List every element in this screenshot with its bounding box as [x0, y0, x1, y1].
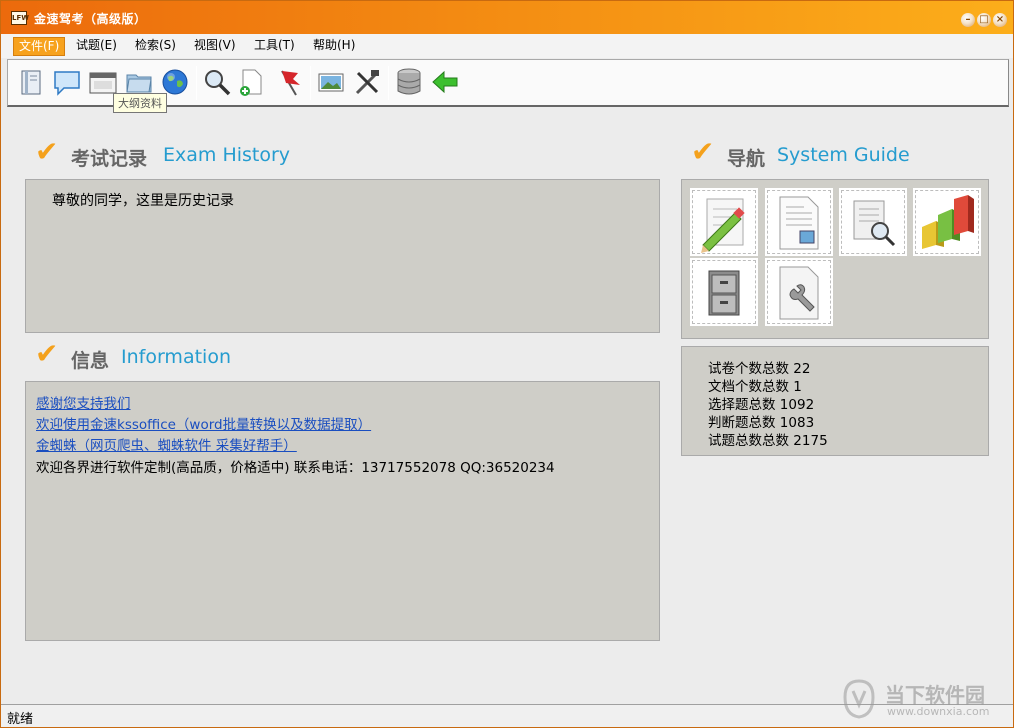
bar-chart-icon[interactable]: [915, 190, 979, 254]
toolbar-separator: [196, 66, 197, 100]
stats-choice-count: 选择题总数 1092: [708, 393, 814, 413]
info-link-kssoffice[interactable]: 欢迎使用金速kssoffice（word批量转换以及数据提取）: [36, 413, 371, 433]
title-bar[interactable]: LFW 金速驾考（高级版） – □ ×: [1, 1, 1013, 34]
system-guide-panel: [681, 179, 989, 339]
exam-history-title-en: Exam History: [163, 144, 291, 166]
stats-document-count: 文档个数总数 1: [708, 375, 802, 395]
toolbar-tooltip: 大纲资料: [113, 93, 167, 113]
toolbar-separator: [388, 66, 389, 100]
maximize-icon[interactable]: □: [977, 13, 991, 27]
new-document-icon[interactable]: [236, 67, 266, 97]
information-panel: 感谢您支持我们 欢迎使用金速kssoffice（word批量转换以及数据提取） …: [25, 381, 660, 641]
exam-history-title-cn: 考试记录: [71, 148, 148, 170]
exam-history-panel: 尊敬的同学，这里是历史记录: [25, 179, 660, 333]
search-icon[interactable]: [202, 67, 232, 97]
information-header: ✔ 信息 Information: [35, 337, 295, 373]
picture-icon[interactable]: [316, 67, 346, 97]
close-icon[interactable]: ×: [993, 13, 1007, 27]
watermark-text: 当下软件园: [885, 683, 985, 707]
document-search-icon[interactable]: [841, 190, 905, 254]
check-icon: ✔: [691, 135, 715, 168]
info-link-spider[interactable]: 金蜘蛛（网页爬虫、蜘蛛软件 采集好帮手）: [36, 434, 297, 454]
menu-bar: 文件(F) 试题(E) 检索(S) 视图(V) 工具(T) 帮助(H): [1, 34, 1013, 58]
menu-help[interactable]: 帮助(H): [308, 37, 360, 56]
window-title: 金速驾考（高级版）: [34, 12, 147, 26]
tools-icon[interactable]: [352, 67, 382, 97]
window-controls: – □ ×: [961, 13, 1007, 27]
book-icon[interactable]: [16, 67, 46, 97]
status-text: 就绪: [7, 712, 34, 727]
system-guide-header: ✔ 导航 System Guide: [691, 135, 951, 171]
system-guide-title-cn: 导航: [727, 148, 766, 170]
information-title-en: Information: [121, 346, 231, 368]
back-arrow-icon[interactable]: [430, 67, 460, 97]
stats-label: 试题总数总数: [708, 433, 789, 449]
menu-questions[interactable]: 试题(E): [71, 37, 122, 56]
document-image-icon[interactable]: [767, 190, 831, 254]
watermark-url: www.downxia.com: [887, 705, 990, 718]
document-settings-icon[interactable]: [767, 260, 831, 324]
flag-icon[interactable]: [276, 67, 306, 97]
check-icon: ✔: [35, 135, 59, 168]
database-icon[interactable]: [394, 67, 424, 97]
stats-panel: 试卷个数总数 22 文档个数总数 1 选择题总数 1092 判断题总数 1083…: [681, 346, 989, 456]
exam-history-text: 尊敬的同学，这里是历史记录: [52, 193, 234, 209]
info-contact-text: 欢迎各界进行软件定制(高品质，价格适中) 联系电话：13717552078 QQ…: [36, 460, 555, 476]
info-link-thanks[interactable]: 感谢您支持我们: [36, 392, 131, 412]
menu-tools[interactable]: 工具(T): [249, 37, 300, 56]
chat-bubble-icon[interactable]: [52, 67, 82, 97]
check-icon: ✔: [35, 337, 59, 370]
stats-value: 2175: [793, 433, 828, 449]
watermark: 当下软件园 www.downxia.com: [839, 677, 1007, 725]
stats-judge-count: 判断题总数 1083: [708, 411, 814, 431]
stats-question-total: 试题总数总数 2175: [708, 429, 828, 449]
menu-search[interactable]: 检索(S): [130, 37, 181, 56]
menu-file[interactable]: 文件(F): [13, 37, 66, 56]
exam-history-header: ✔ 考试记录 Exam History: [35, 135, 335, 171]
edit-document-icon[interactable]: [692, 190, 756, 254]
stats-paper-count: 试卷个数总数 22: [708, 357, 810, 377]
app-icon: LFW: [11, 11, 29, 25]
watermark-logo-icon: [843, 679, 875, 719]
information-title-cn: 信息: [71, 350, 110, 372]
menu-view[interactable]: 视图(V): [189, 37, 241, 56]
toolbar-separator: [310, 66, 311, 100]
minimize-icon[interactable]: –: [961, 13, 975, 27]
system-guide-title-en: System Guide: [777, 144, 910, 166]
main-window: LFW 金速驾考（高级版） – □ × 文件(F) 试题(E) 检索(S) 视图…: [0, 0, 1014, 728]
cabinet-icon[interactable]: [692, 260, 756, 324]
